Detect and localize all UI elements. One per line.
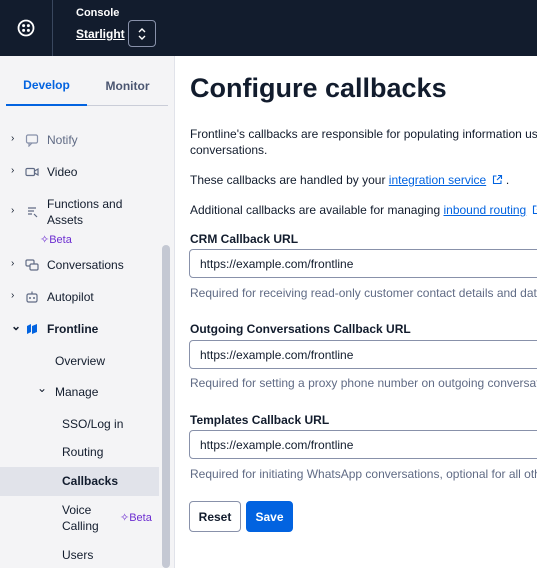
sidebar-item-label-line2: Calling xyxy=(62,519,99,533)
chevron-down-icon: ⌄ xyxy=(37,381,48,395)
intro-line-1: Frontline's callbacks are responsible fo… xyxy=(190,127,537,141)
save-button[interactable]: Save xyxy=(246,501,293,532)
sidebar-item-conversations[interactable]: › Conversations xyxy=(0,257,158,275)
sidebar-item-users[interactable]: Users xyxy=(62,548,93,562)
intro-line-2: conversations. xyxy=(190,143,268,157)
handled-suffix: . xyxy=(502,173,510,187)
additional-callbacks-text: Additional callbacks are available for m… xyxy=(190,202,537,218)
sidebar-item-routing[interactable]: Routing xyxy=(62,445,103,459)
sidebar-item-label: Functions and xyxy=(47,197,123,211)
crm-callback-url-input[interactable] xyxy=(189,249,537,278)
video-icon xyxy=(25,167,39,177)
functions-icon xyxy=(28,207,38,218)
handled-prefix: These callbacks are handled by your xyxy=(190,173,389,187)
beta-badge: ✧Beta xyxy=(120,511,152,524)
chevron-right-icon: › xyxy=(11,290,15,301)
account-name-link[interactable]: Starlight xyxy=(76,27,125,41)
chevron-down-icon: ⌄ xyxy=(11,319,22,333)
crm-callback-label: CRM Callback URL xyxy=(190,232,299,246)
sidebar-item-frontline[interactable]: ⌄ Frontline xyxy=(0,319,158,339)
account-switcher-button[interactable] xyxy=(128,20,156,47)
sidebar-tabs: Develop Monitor xyxy=(6,66,168,106)
sidebar-item-label: Frontline xyxy=(47,322,99,336)
sidebar-item-video[interactable]: › Video xyxy=(0,164,158,182)
autopilot-icon xyxy=(26,291,38,303)
handled-by-text: These callbacks are handled by your inte… xyxy=(190,172,537,188)
external-link-icon[interactable] xyxy=(532,204,537,215)
integration-service-link-text: integration service xyxy=(388,173,487,187)
additional-prefix: Additional callbacks are available for m… xyxy=(190,203,444,217)
main-content: Configure callbacks Frontline's callback… xyxy=(175,56,537,568)
reset-button[interactable]: Reset xyxy=(189,501,241,532)
beta-label: Beta xyxy=(129,512,152,524)
sidebar-item-notify[interactable]: › Notify xyxy=(0,132,158,150)
tab-develop[interactable]: Develop xyxy=(6,66,87,106)
sidebar-item-callbacks[interactable]: Callbacks xyxy=(62,474,118,488)
sidebar-item-voice-calling[interactable]: Voice Calling ✧Beta xyxy=(62,503,162,537)
sidebar-item-label: Notify xyxy=(47,133,78,147)
sidebar-item-label: Voice xyxy=(62,503,92,517)
templates-callback-help: Required for initiating WhatsApp convers… xyxy=(190,467,537,481)
beta-badge: ✧Beta xyxy=(40,233,72,246)
outgoing-callback-url-input[interactable] xyxy=(189,340,537,369)
sidebar-item-manage[interactable]: ⌄ Manage xyxy=(37,381,157,401)
chevron-right-icon: › xyxy=(11,205,15,216)
sidebar: Develop Monitor › Notify › Video › Funct… xyxy=(0,56,175,568)
page-title: Configure callbacks xyxy=(190,73,447,103)
chevron-right-icon: › xyxy=(11,258,15,269)
conversations-icon xyxy=(25,259,39,271)
crm-callback-help: Required for receiving read-only custome… xyxy=(190,286,537,300)
outgoing-callback-help: Required for setting a proxy phone numbe… xyxy=(190,376,537,390)
sidebar-item-label: Conversations xyxy=(47,258,124,272)
chevron-right-icon: › xyxy=(11,133,15,144)
chevron-right-icon: › xyxy=(11,165,15,176)
inbound-routing-link-text: inbound routing xyxy=(443,203,527,217)
chevron-up-down-icon xyxy=(138,27,146,40)
sparkle-icon: ✧ xyxy=(120,512,130,524)
integration-service-link[interactable]: integration service xyxy=(389,173,486,187)
tab-monitor[interactable]: Monitor xyxy=(87,66,168,106)
sparkle-icon: ✧ xyxy=(40,234,50,246)
sidebar-item-label: Manage xyxy=(55,385,99,399)
frontline-icon xyxy=(27,324,37,334)
twilio-logo[interactable] xyxy=(0,0,53,56)
top-bar: Console Starlight xyxy=(0,0,537,56)
outgoing-callback-label: Outgoing Conversations Callback URL xyxy=(190,322,411,336)
sidebar-item-sso-login[interactable]: SSO/Log in xyxy=(62,417,123,431)
console-label: Console xyxy=(76,7,120,19)
sidebar-item-label: Video xyxy=(47,165,78,179)
beta-label: Beta xyxy=(49,234,72,246)
sidebar-item-functions-and-assets[interactable]: › Functions and Assets ✧Beta xyxy=(0,197,158,246)
templates-callback-label: Templates Callback URL xyxy=(190,413,330,427)
sidebar-item-overview[interactable]: Overview xyxy=(55,354,105,368)
templates-callback-url-input[interactable] xyxy=(189,430,537,459)
sidebar-scrollbar-thumb[interactable] xyxy=(162,245,170,568)
logo-icon xyxy=(17,19,35,37)
sidebar-item-autopilot[interactable]: › Autopilot xyxy=(0,289,158,307)
notify-icon xyxy=(25,134,39,147)
sidebar-item-label-line2: Assets xyxy=(47,213,84,227)
sidebar-item-label: Autopilot xyxy=(47,290,94,304)
inbound-routing-link[interactable]: inbound routing xyxy=(443,203,526,217)
external-link-icon[interactable] xyxy=(492,174,503,185)
